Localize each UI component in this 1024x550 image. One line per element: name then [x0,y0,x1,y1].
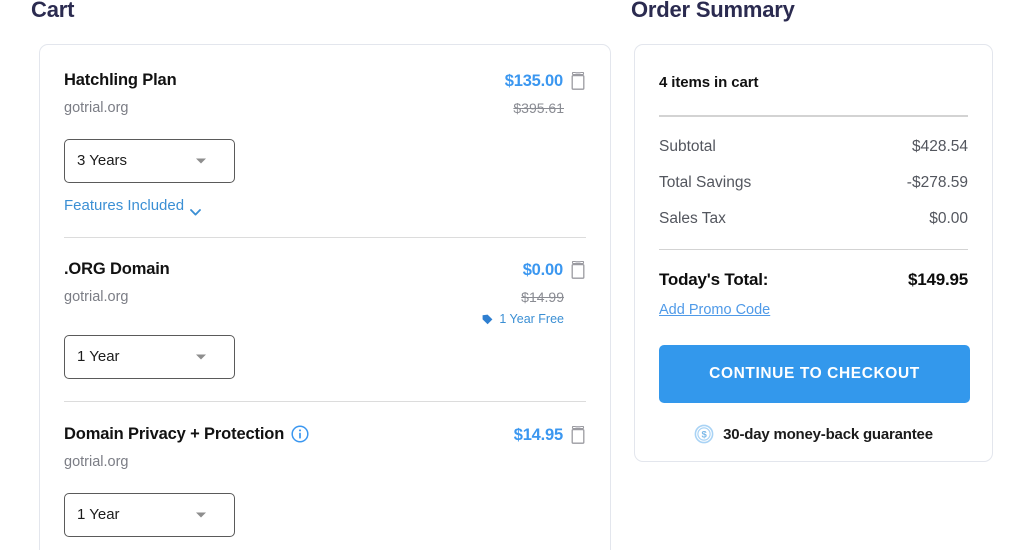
cart-item-original-price: $395.61 [513,100,564,116]
features-included-toggle[interactable]: Features Included [64,197,201,215]
cart-item-title: Domain Privacy + Protection [64,424,309,444]
money-back-icon: $ [694,424,714,444]
cart-card: Hatchling Plan gotrial.org $135.00 $395.… [39,44,611,550]
continue-to-checkout-button[interactable]: CONTINUE TO CHECKOUT [659,345,970,403]
cart-item-domain: gotrial.org [64,454,129,470]
summary-line-sales-tax: Sales Tax $0.00 [659,209,968,228]
cart-item-price-row: $14.95 [514,425,586,445]
summary-line-label: Subtotal [659,137,716,155]
cart-item-price-row: $0.00 [482,260,586,280]
tag-icon [482,314,493,325]
cart-item-domain: gotrial.org [64,100,129,116]
cart-item-info: Domain Privacy + Protection gotrial.org [64,424,309,471]
items-in-cart-count: 4 items in cart [659,74,759,91]
cart-item-title-text: .ORG Domain [64,260,170,278]
cart-item-title: Hatchling Plan [64,70,177,90]
continue-to-checkout-label: CONTINUE TO CHECKOUT [709,365,920,382]
summary-line-label: Total Savings [659,173,752,191]
todays-total-row: Today's Total: $149.95 [659,270,968,290]
summary-line-subtotal: Subtotal $428.54 [659,137,968,156]
trash-icon [571,72,585,90]
term-select[interactable]: 1 Year [64,335,235,379]
cart-item-header: Domain Privacy + Protection gotrial.org [64,424,586,471]
cart-item-info: Hatchling Plan gotrial.org [64,70,177,117]
cart-item-promo-label: 1 Year Free [499,312,564,326]
cart-item-pricing: $0.00 $14.99 1 Year Free [482,259,586,327]
cart-item-promo-tag: 1 Year Free [482,312,586,327]
cart-item-price: $14.95 [513,426,563,444]
cart-item-price: $0.00 [522,261,563,279]
cart-item-domain: gotrial.org [64,289,129,305]
cart-item-pricing: $135.00 $395.61 [505,70,586,117]
features-included-label: Features Included [64,197,185,214]
summary-line-value: -$278.59 [906,173,968,191]
cart-items-list: Hatchling Plan gotrial.org $135.00 $395.… [40,45,610,550]
money-back-guarantee-label: 30-day money-back guarantee [723,425,933,443]
todays-total-value: $149.95 [907,270,968,289]
chevron-down-icon [190,203,201,215]
caret-down-icon [196,158,206,164]
cart-item-original-price: $14.99 [521,289,564,305]
cart-item-header: Hatchling Plan gotrial.org $135.00 $395.… [64,70,586,117]
cart-item-title-text: Hatchling Plan [64,71,177,89]
trash-icon [571,426,585,444]
order-summary-body: 4 items in cart Subtotal $428.54 Total S… [635,45,992,444]
cart-item: .ORG Domain gotrial.org $0.00 $14.99 1 Y… [64,238,586,402]
term-select[interactable]: 3 Years [64,139,235,183]
cart-item-info: .ORG Domain gotrial.org [64,259,170,306]
order-summary-heading: Order Summary [631,0,795,22]
summary-line-label: Sales Tax [659,209,726,227]
summary-line-value: $428.54 [911,137,968,155]
term-select-value: 1 Year [77,348,120,365]
trash-icon [571,261,585,279]
info-icon[interactable] [291,425,309,443]
cart-heading: Cart [31,0,75,22]
summary-line-value: $0.00 [929,209,968,227]
term-select-value: 1 Year [77,506,120,523]
term-select-value: 3 Years [77,152,128,169]
remove-item-button[interactable] [570,261,586,279]
caret-down-icon [196,354,206,360]
cart-item: Hatchling Plan gotrial.org $135.00 $395.… [64,45,586,238]
term-select[interactable]: 1 Year [64,493,235,537]
money-back-guarantee: $ 30-day money-back guarantee [659,424,968,444]
todays-total-label: Today's Total: [659,270,769,289]
caret-down-icon [196,512,206,518]
remove-item-button[interactable] [570,426,586,444]
cart-item-title-text: Domain Privacy + Protection [64,425,285,443]
cart-item: Domain Privacy + Protection gotrial.org [64,402,586,550]
cart-item-pricing: $14.95 [514,424,586,445]
cart-item-header: .ORG Domain gotrial.org $0.00 $14.99 1 Y… [64,259,586,327]
cart-item-price-row: $135.00 [505,71,586,91]
order-summary-card: 4 items in cart Subtotal $428.54 Total S… [634,44,993,462]
remove-item-button[interactable] [570,72,586,90]
cart-item-price: $135.00 [504,72,563,90]
cart-item-title: .ORG Domain [64,259,170,279]
checkout-page: Cart Order Summary Hatchling Plan gotria… [0,0,1024,550]
summary-line-total-savings: Total Savings -$278.59 [659,173,968,192]
add-promo-code-link[interactable]: Add Promo Code [659,301,770,319]
